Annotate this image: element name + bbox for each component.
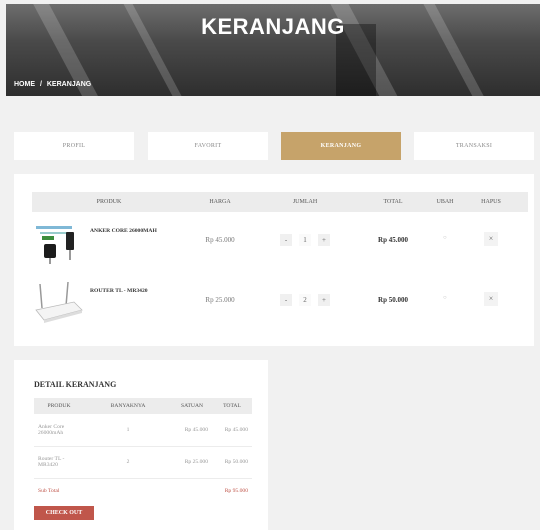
- qty-plus-button[interactable]: +: [318, 234, 330, 246]
- detail-unit: Rp 25.000: [172, 446, 212, 479]
- product-image-router: [34, 280, 84, 326]
- detail-table: PRODUK BANYAKNYA SATUAN TOTAL Anker Core…: [34, 398, 252, 504]
- cart-item: ANKER CORE 26000MAH Rp 45.000 - 1 + Rp 4…: [32, 220, 528, 270]
- col-harga: HARGA: [209, 199, 231, 205]
- product-price: Rp 25.000: [205, 296, 235, 304]
- cart-table-header: PRODUK HARGA JUMLAH TOTAL UBAH HAPUS: [32, 192, 528, 212]
- detail-unit: Rp 45.000: [172, 414, 212, 447]
- col-ubah: UBAH: [436, 199, 454, 205]
- detail-product: Router TL - MR3420: [34, 446, 84, 479]
- detail-col-produk: PRODUK: [34, 398, 84, 414]
- cart-detail-panel: DETAIL KERANJANG PRODUK BANYAKNYA SATUAN…: [14, 360, 268, 530]
- detail-qty: 2: [84, 446, 172, 479]
- hero-banner: KERANJANG HOME / KERANJANG: [6, 4, 540, 96]
- close-icon[interactable]: ×: [484, 292, 498, 306]
- close-icon[interactable]: ×: [484, 232, 498, 246]
- breadcrumb: HOME / KERANJANG: [14, 81, 94, 88]
- detail-qty: 1: [84, 414, 172, 447]
- product-name[interactable]: ANKER CORE 26000MAH: [90, 228, 157, 234]
- detail-product: Anker Core 26000mAh: [34, 414, 84, 447]
- detail-total: Rp 50.000: [212, 446, 252, 479]
- subtotal-row: Sub Total Rp 95.000: [34, 478, 252, 504]
- product-price: Rp 45.000: [205, 236, 235, 244]
- edit-icon[interactable]: ○: [443, 295, 447, 301]
- qty-value[interactable]: 1: [299, 234, 311, 246]
- tab-transaksi[interactable]: TRANSAKSI: [414, 132, 534, 160]
- qty-plus-button[interactable]: +: [318, 294, 330, 306]
- account-tabs: PROFIL FAVORIT KERANJANG TRANSAKSI: [14, 132, 534, 160]
- quantity-stepper: - 2 +: [280, 294, 330, 306]
- col-total: TOTAL: [383, 199, 403, 205]
- tab-favorit[interactable]: FAVORIT: [148, 132, 268, 160]
- detail-col-banyaknya: BANYAKNYA: [84, 398, 172, 414]
- qty-minus-button[interactable]: -: [280, 234, 292, 246]
- detail-title: DETAIL KERANJANG: [34, 380, 117, 389]
- breadcrumb-separator: /: [39, 81, 42, 88]
- col-hapus: HAPUS: [481, 199, 501, 205]
- quantity-stepper: - 1 +: [280, 234, 330, 246]
- edit-icon[interactable]: ○: [443, 235, 447, 241]
- detail-total: Rp 45.000: [212, 414, 252, 447]
- detail-col-total: TOTAL: [212, 398, 252, 414]
- col-jumlah: JUMLAH: [292, 199, 318, 205]
- cart-panel: PRODUK HARGA JUMLAH TOTAL UBAH HAPUS ANK…: [14, 174, 534, 346]
- tab-profil[interactable]: PROFIL: [14, 132, 134, 160]
- subtotal-label: Sub Total: [38, 488, 60, 495]
- qty-minus-button[interactable]: -: [280, 294, 292, 306]
- table-row: Router TL - MR3420 2 Rp 25.000 Rp 50.000: [34, 446, 252, 479]
- detail-col-satuan: SATUAN: [172, 398, 212, 414]
- subtotal-value: Rp 95.000: [224, 488, 248, 495]
- table-row: Anker Core 26000mAh 1 Rp 45.000 Rp 45.00…: [34, 414, 252, 447]
- col-produk: PRODUK: [96, 199, 122, 205]
- breadcrumb-current: KERANJANG: [46, 81, 92, 88]
- product-name[interactable]: ROUTER TL - MR3420: [90, 288, 148, 294]
- qty-value[interactable]: 2: [299, 294, 311, 306]
- product-image-powerbank: [34, 220, 84, 266]
- line-total: Rp 50.000: [378, 296, 408, 304]
- line-total: Rp 45.000: [378, 236, 408, 244]
- page-title: KERANJANG: [201, 14, 345, 39]
- tab-keranjang[interactable]: KERANJANG: [281, 132, 401, 160]
- checkout-button[interactable]: CHECK OUT: [34, 506, 94, 520]
- breadcrumb-home[interactable]: HOME: [14, 81, 35, 88]
- cart-item: ROUTER TL - MR3420 Rp 25.000 - 2 + Rp 50…: [32, 280, 528, 330]
